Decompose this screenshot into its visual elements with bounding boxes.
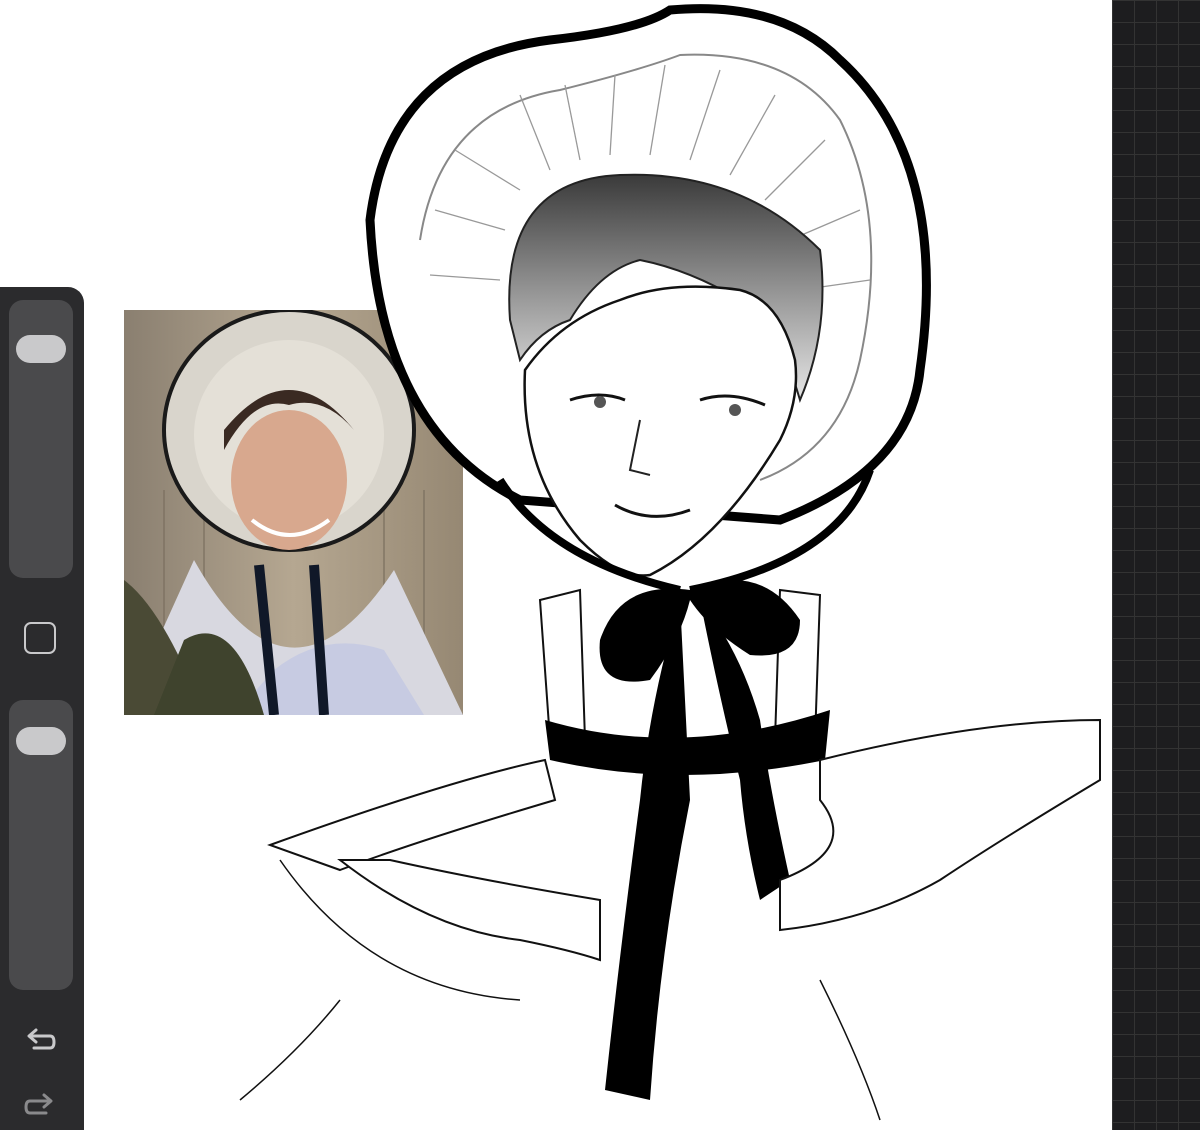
redo-icon[interactable] [20,1087,60,1127]
artwork-sketch [239,4,1101,1121]
brush-size-slider[interactable] [9,300,73,578]
drawing-canvas[interactable] [0,0,1112,1130]
right-grid-panel [1112,0,1200,1130]
brush-size-knob[interactable] [16,335,66,364]
tool-sidebar [0,287,84,1130]
square-modify-icon[interactable] [24,622,56,654]
brush-opacity-slider[interactable] [9,700,73,990]
undo-icon[interactable] [20,1022,60,1062]
brush-opacity-knob[interactable] [16,726,66,755]
